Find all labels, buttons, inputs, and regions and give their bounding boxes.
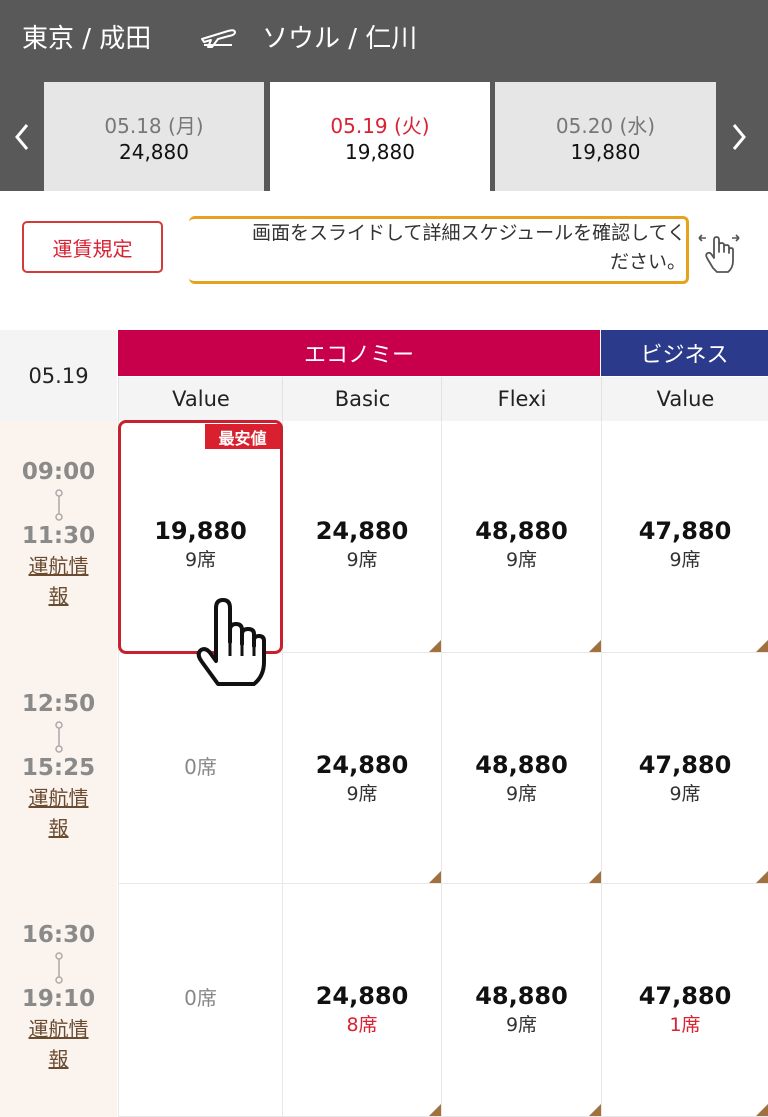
cheapest-badge: 最安値 — [205, 424, 280, 449]
connector-icon — [54, 721, 63, 753]
corner-marker-icon — [429, 871, 441, 883]
fare-price: 47,880 — [638, 517, 732, 545]
fare-header-business-value: Value — [601, 377, 768, 421]
seats-left: 9席 — [505, 549, 538, 571]
fare-cell-r2-economy-basic[interactable]: 24,880 9席 — [282, 653, 441, 884]
seats-left: 9席 — [346, 549, 378, 571]
fare-cell-r1-economy-basic[interactable]: 24,880 9席 — [282, 421, 441, 653]
business-class-header: ビジネス — [601, 330, 768, 376]
corner-marker-icon — [756, 871, 768, 883]
fare-cell-r1-economy-flexi[interactable]: 48,880 9席 — [441, 421, 601, 653]
seats-left: 1席 — [669, 1014, 701, 1036]
departure-time: 12:50 — [21, 691, 96, 717]
seats-left: 8席 — [346, 1014, 378, 1036]
corner-marker-icon — [429, 640, 441, 652]
date-tab-0519[interactable]: 05.19 (火) 19,880 — [270, 82, 490, 191]
swipe-hint-line1: 画面をスライドして詳細スケジュールを確認してく — [252, 222, 686, 244]
swipe-hand-icon — [698, 234, 740, 273]
flight-times-row3: 16:30 19:10 運航情報 — [0, 884, 117, 1117]
prev-date-button[interactable] — [0, 82, 44, 191]
fare-cell-r3-economy-basic[interactable]: 24,880 8席 — [282, 884, 441, 1117]
pointer-hand-icon — [196, 598, 266, 686]
fare-price: 48,880 — [475, 751, 568, 779]
fare-header-economy-value: Value — [118, 377, 283, 421]
swipe-hint-text: 画面をスライドして詳細スケジュールを確認してく ださい。 — [192, 219, 686, 277]
swipe-hint-line2: ださい。 — [609, 251, 686, 273]
seats-left: 9席 — [505, 1014, 538, 1036]
arrival-time: 15:25 — [21, 755, 96, 781]
seats-left: 0席 — [184, 755, 217, 779]
seats-left: 9席 — [505, 783, 538, 805]
fare-cell-r3-business-value[interactable]: 47,880 1席 — [601, 884, 768, 1117]
date-tab-date: 05.19 (火) — [330, 114, 430, 138]
date-tab-price: 24,880 — [119, 140, 189, 164]
flight-info-link[interactable]: 運航情報 — [23, 551, 95, 611]
corner-marker-icon — [589, 640, 601, 652]
fare-cell-r3-economy-flexi[interactable]: 48,880 9席 — [441, 884, 601, 1117]
fare-price: 24,880 — [315, 751, 409, 779]
corner-marker-icon — [589, 1104, 601, 1116]
arrival-time: 11:30 — [21, 523, 96, 549]
flight-times-row1: 09:00 11:30 運航情報 — [0, 421, 117, 653]
corner-marker-icon — [756, 1104, 768, 1116]
date-tab-date: 05.18 (月) — [104, 114, 204, 138]
seats-left: 9席 — [346, 783, 378, 805]
date-tab-0520[interactable]: 05.20 (水) 19,880 — [495, 82, 716, 191]
date-tab-0518[interactable]: 05.18 (月) 24,880 — [44, 82, 264, 191]
fare-rules-button[interactable]: 運賃規定 — [22, 221, 163, 273]
seats-left: 9席 — [669, 549, 701, 571]
corner-marker-icon — [589, 871, 601, 883]
connector-icon — [54, 952, 63, 984]
connector-icon — [54, 489, 63, 521]
fare-price: 48,880 — [475, 982, 568, 1010]
arrival-time: 19:10 — [21, 986, 96, 1012]
fare-price: 48,880 — [475, 517, 568, 545]
corner-marker-icon — [429, 1104, 441, 1116]
route-title: 東京 / 成田 ソウル / 仁川 — [22, 14, 417, 58]
origin-label: 東京 / 成田 — [22, 23, 152, 54]
destination-label: ソウル / 仁川 — [262, 23, 418, 54]
date-tab-price: 19,880 — [570, 140, 641, 164]
chevron-left-icon — [15, 123, 29, 150]
corner-marker-icon — [756, 640, 768, 652]
date-tab-date: 05.20 (水) — [555, 114, 656, 138]
departure-time: 16:30 — [21, 922, 96, 948]
chevron-right-icon — [732, 123, 746, 150]
fare-price: 24,880 — [315, 517, 409, 545]
airplane-icon — [198, 23, 262, 49]
table-date: 05.19 — [0, 330, 117, 422]
seats-left: 9席 — [669, 783, 701, 805]
flight-info-link[interactable]: 運航情報 — [23, 1014, 95, 1074]
fare-cell-r1-business-value[interactable]: 47,880 9席 — [601, 421, 768, 653]
fare-price: 24,880 — [315, 982, 409, 1010]
fare-cell-r2-business-value[interactable]: 47,880 9席 — [601, 653, 768, 884]
seats-left: 0席 — [184, 986, 217, 1010]
fare-cell-r3-economy-value: 0席 — [118, 884, 282, 1117]
departure-time: 09:00 — [21, 459, 96, 485]
fare-cell-r2-economy-flexi[interactable]: 48,880 9席 — [441, 653, 601, 884]
next-date-button[interactable] — [717, 82, 761, 191]
fare-price: 47,880 — [638, 982, 732, 1010]
flight-times-row2: 12:50 15:25 運航情報 — [0, 653, 117, 884]
flight-info-link[interactable]: 運航情報 — [23, 783, 95, 843]
fare-header-economy-flexi: Flexi — [441, 377, 602, 421]
date-tab-price: 19,880 — [345, 140, 415, 164]
economy-class-header: エコノミー — [118, 330, 600, 376]
fare-header-economy-basic: Basic — [282, 377, 442, 421]
fare-price: 47,880 — [638, 751, 732, 779]
